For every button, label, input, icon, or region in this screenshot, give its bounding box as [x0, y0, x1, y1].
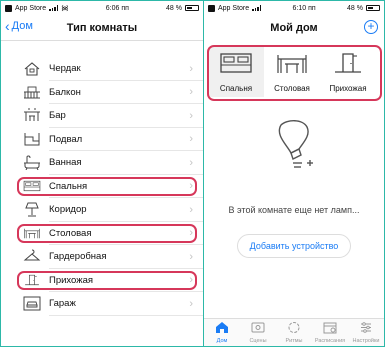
chevron-right-icon: › [189, 297, 193, 310]
chevron-right-icon: › [189, 86, 193, 99]
tab-schedule[interactable]: Расписания [313, 321, 347, 344]
highlight-frame [17, 176, 197, 196]
room-type-label: Ванная [49, 157, 82, 169]
room-tab[interactable]: Столовая [264, 47, 320, 97]
chevron-right-icon: › [189, 109, 193, 122]
balcony-icon [23, 85, 41, 100]
room-tabs: Спальня Столовая Прихожая [207, 45, 382, 101]
chevron-right-icon: › [189, 250, 193, 263]
room-type-item[interactable]: Гараж › [1, 292, 203, 316]
room-type-label: Подвал [49, 133, 83, 145]
lamp-icon [23, 202, 41, 217]
room-type-label: Гараж [49, 298, 76, 310]
room-type-label: Гардеробная [49, 251, 107, 263]
room-type-item[interactable]: Подвал › [1, 128, 203, 152]
room-type-item[interactable]: Чердак › [1, 57, 203, 81]
tab-label: Сцены [249, 338, 267, 344]
car-icon [23, 296, 41, 311]
tab-rhythm[interactable]: Ритмы [277, 321, 311, 344]
chevron-right-icon: › [189, 203, 193, 216]
app-store-icon [5, 4, 12, 12]
battery-icon [184, 5, 199, 11]
bathtub-icon [23, 155, 41, 171]
chevron-right-icon: › [189, 62, 193, 75]
room-type-screen: App Store ᯼ 6:06 пп 48 % ‹ Дом Тип комна… [0, 0, 203, 347]
empty-state: В этой комнате еще нет ламп... Добавить … [204, 119, 384, 258]
rhythm-icon [287, 321, 301, 338]
nav-bar: Мой дом + [204, 15, 384, 41]
room-type-item[interactable]: Спальня › [1, 175, 203, 199]
room-tab[interactable]: Прихожая [320, 47, 376, 97]
chevron-right-icon: › [189, 133, 193, 146]
tab-home[interactable]: Дом [205, 321, 239, 344]
tab-bar: Дом Сцены Ритмы Расписания Настройки [204, 318, 384, 346]
highlight-frame [17, 223, 197, 243]
back-label: Дом [11, 20, 33, 32]
attic-icon [23, 61, 41, 76]
status-time: 6:06 пп [105, 4, 129, 12]
carrier-label: App Store [15, 4, 47, 12]
schedule-icon [323, 321, 337, 338]
dining-table-icon [275, 52, 309, 84]
tab-label: Ритмы [285, 338, 303, 344]
add-device-button[interactable]: Добавить устройство [236, 234, 352, 258]
battery-percent: 48 % [166, 4, 182, 12]
room-type-item[interactable]: Ванная › [1, 151, 203, 175]
room-type-label: Балкон [49, 86, 81, 98]
tab-label: Дом [216, 338, 228, 344]
status-bar: App Store ᯼ 6:06 пп 48 % [1, 1, 203, 15]
my-home-screen: App Store 6:10 пп 48 % Мой дом + Спальня… [203, 0, 385, 347]
room-type-item[interactable]: Балкон › [1, 81, 203, 105]
carrier-label: App Store [218, 4, 250, 12]
room-type-item[interactable]: Бар › [1, 104, 203, 128]
signal-icon [49, 5, 59, 11]
bed-icon [219, 52, 253, 84]
tab-label: Настройки [352, 338, 380, 344]
status-bar: App Store 6:10 пп 48 % [204, 1, 384, 15]
room-tab-label: Спальня [219, 84, 253, 93]
wardrobe-icon [23, 249, 41, 264]
back-button[interactable]: ‹ Дом [5, 18, 33, 34]
tab-settings[interactable]: Настройки [349, 321, 383, 344]
room-type-list: Чердак › Балкон › Бар › Подвал › Ванная › Спальня ›… [1, 57, 203, 316]
room-type-label: Чердак [49, 63, 81, 75]
status-time: 6:10 пп [292, 4, 316, 12]
basement-icon [23, 132, 41, 147]
room-type-item[interactable]: Гардеробная › [1, 245, 203, 269]
room-type-label: Коридор [49, 204, 87, 216]
page-title: Мой дом [270, 22, 318, 34]
highlight-frame [17, 270, 197, 290]
room-tab-label: Прихожая [329, 84, 367, 93]
empty-message: В этой комнате еще нет ламп... [228, 205, 360, 215]
room-tab-label: Столовая [274, 84, 310, 93]
room-type-item[interactable]: Прихожая › [1, 269, 203, 293]
bar-icon [23, 108, 41, 123]
home-icon [215, 321, 229, 338]
room-type-item[interactable]: Столовая › [1, 222, 203, 246]
add-icon[interactable]: + [364, 20, 378, 34]
page-title: Тип комнаты [66, 21, 138, 34]
room-tab[interactable]: Спальня [208, 47, 264, 97]
wifi-icon: ᯼ [61, 4, 69, 12]
battery-icon [365, 5, 380, 11]
chevron-left-icon: ‹ [5, 18, 10, 34]
battery-percent: 48 % [347, 4, 363, 12]
room-type-item[interactable]: Коридор › [1, 198, 203, 222]
app-store-icon [208, 4, 215, 12]
room-type-label: Бар [49, 110, 66, 122]
signal-icon [252, 5, 262, 11]
tab-scenes[interactable]: Сцены [241, 321, 275, 344]
scenes-icon [251, 321, 265, 338]
bulb-icon [278, 120, 313, 168]
hallway-icon [331, 52, 365, 84]
tab-label: Расписания [314, 338, 346, 344]
settings-icon [359, 321, 373, 338]
chevron-right-icon: › [189, 156, 193, 169]
nav-bar: ‹ Дом Тип комнаты [1, 15, 203, 41]
